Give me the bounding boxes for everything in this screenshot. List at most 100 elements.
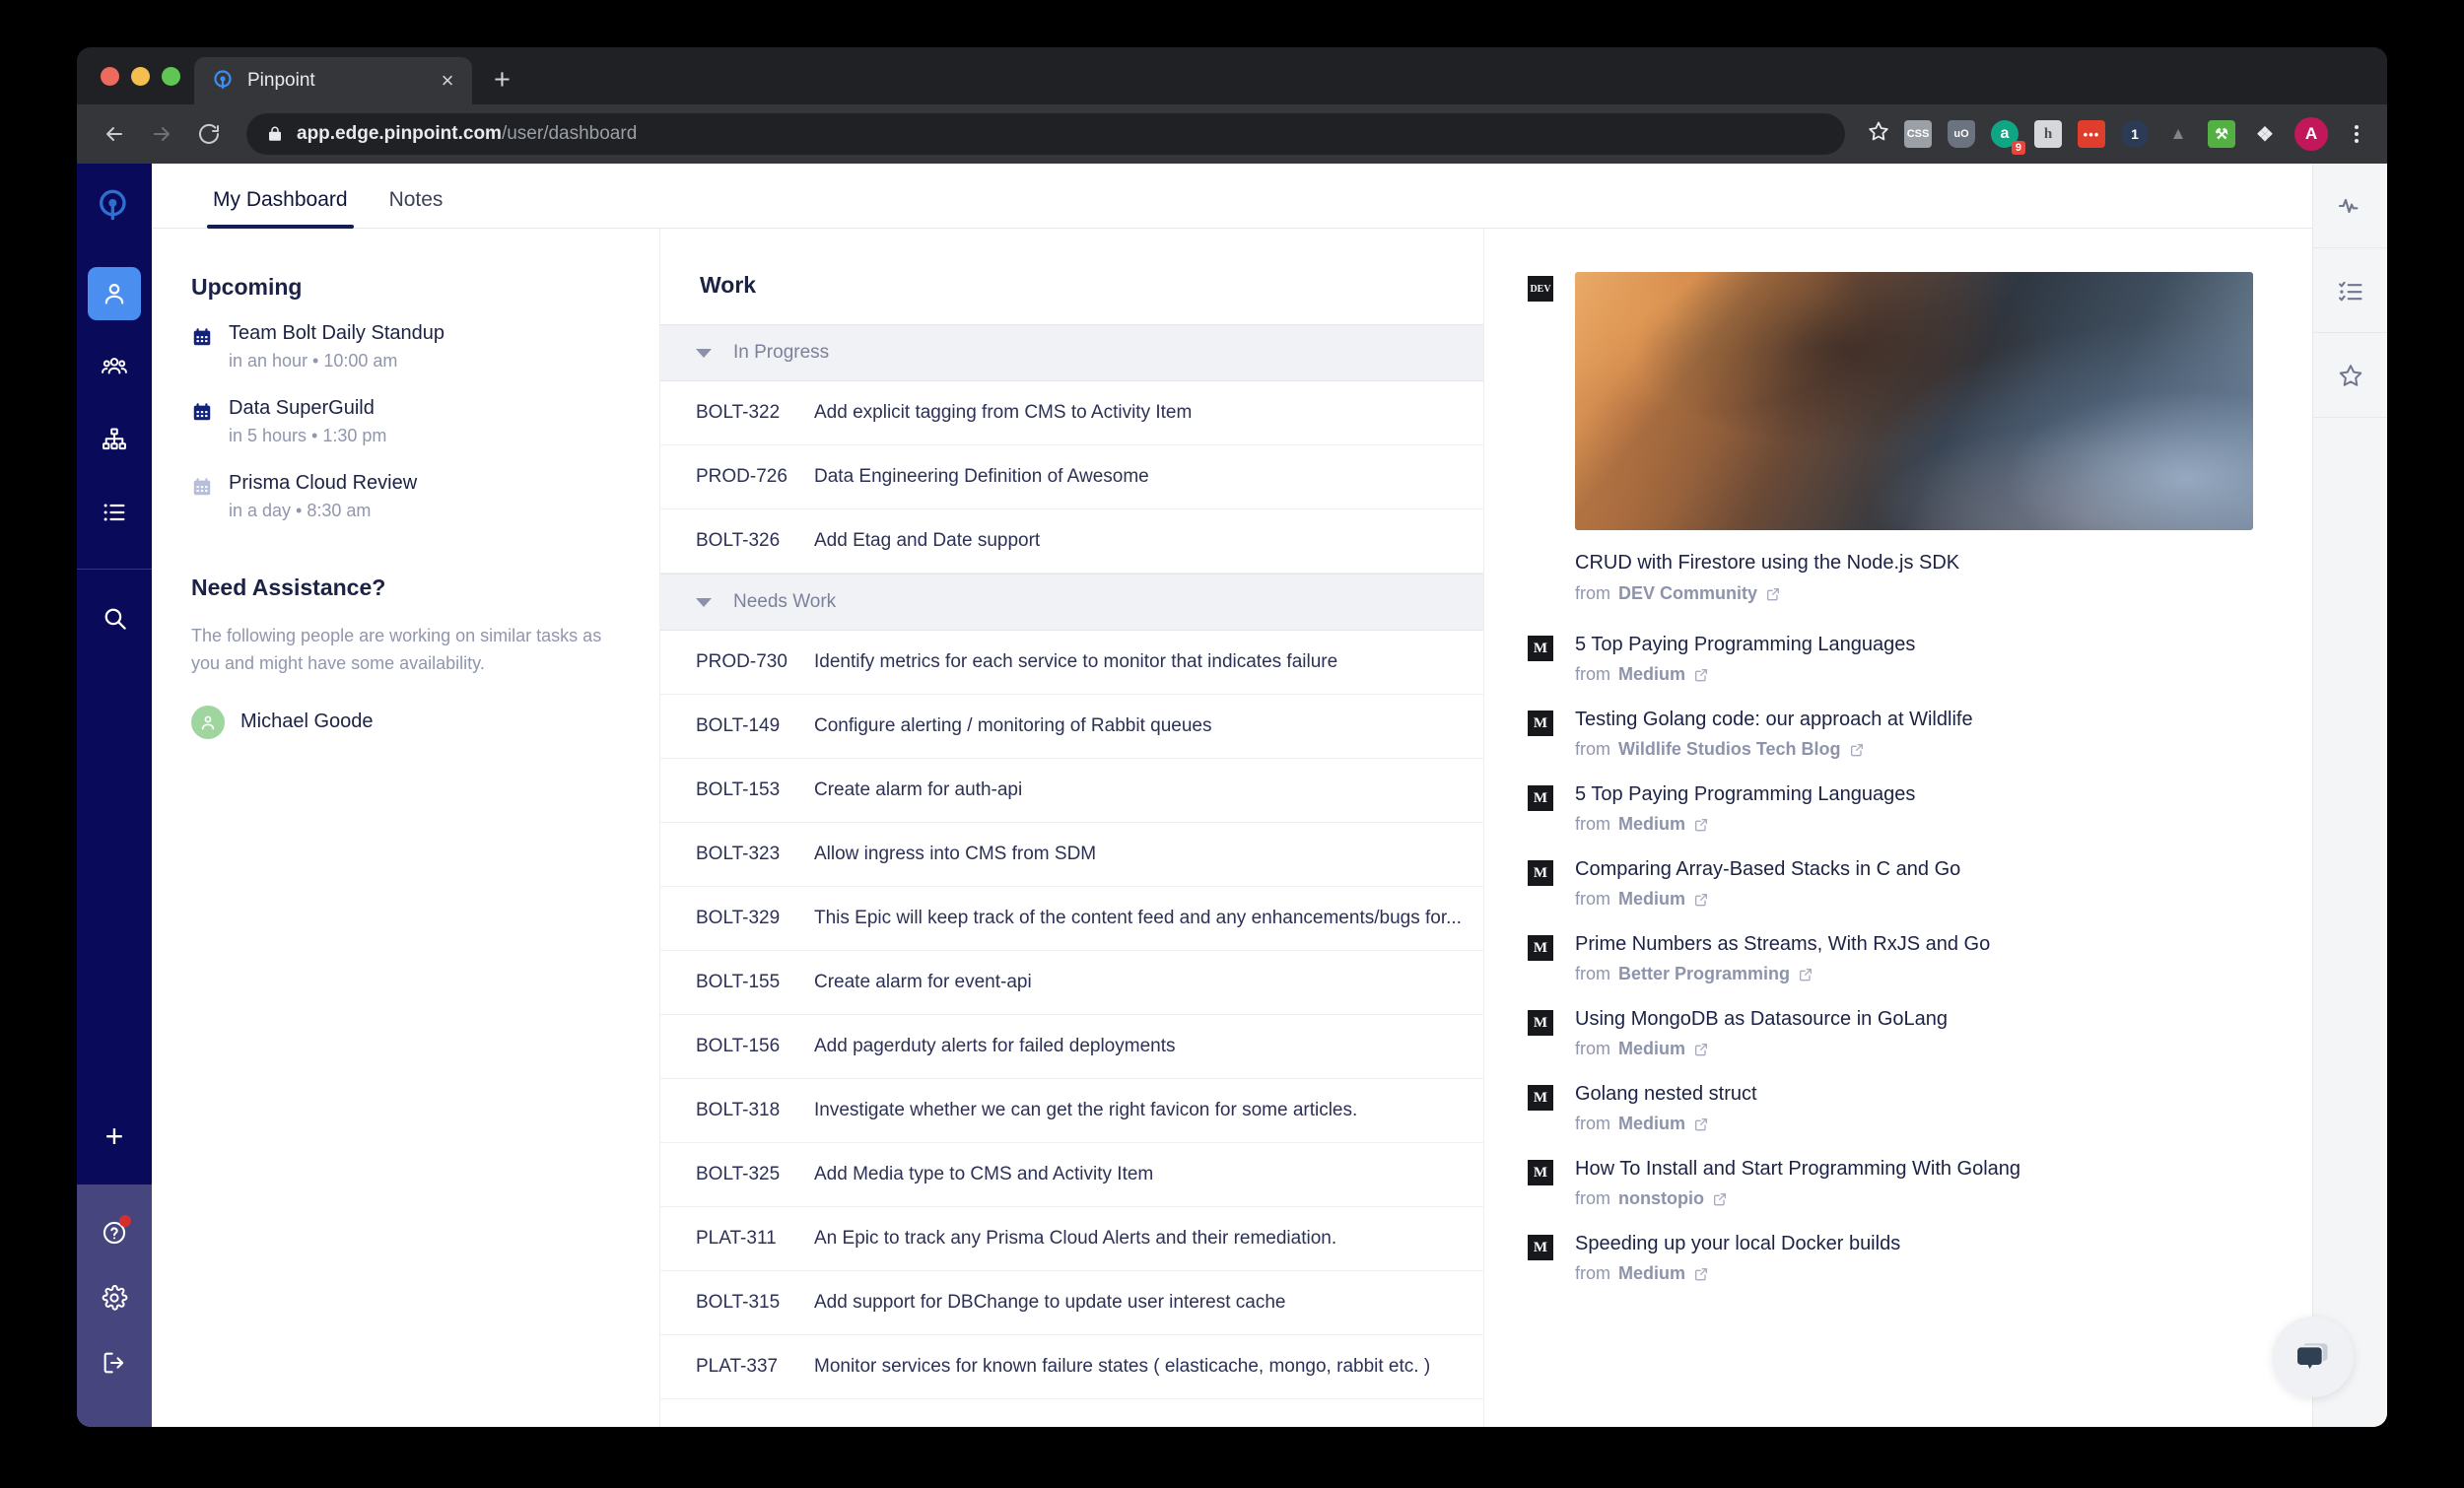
ublock-origin-extension[interactable]: uO xyxy=(1948,120,1975,148)
work-title-text: Configure alerting / monitoring of Rabbi… xyxy=(814,715,1212,736)
work-row[interactable]: BOLT-325 Add Media type to CMS and Activ… xyxy=(660,1143,1483,1207)
forward-button[interactable] xyxy=(142,114,181,154)
rail-item-activity[interactable] xyxy=(2312,164,2387,248)
sidebar-item-org-chart[interactable] xyxy=(88,413,141,466)
work-group-header-needs-work[interactable]: Needs Work xyxy=(660,574,1483,631)
work-row[interactable]: PROD-726 Data Engineering Definition of … xyxy=(660,445,1483,509)
work-row[interactable]: BOLT-315 Add support for DBChange to upd… xyxy=(660,1271,1483,1335)
work-row[interactable]: BOLT-329 This Epic will keep track of th… xyxy=(660,887,1483,951)
upcoming-event[interactable]: Team Bolt Daily Standup in an hour • 10:… xyxy=(191,322,620,372)
work-row[interactable]: BOLT-322 Add explicit tagging from CMS t… xyxy=(660,381,1483,445)
feed-item[interactable]: M How To Install and Start Programming W… xyxy=(1528,1158,2253,1209)
rail-item-favorites[interactable] xyxy=(2312,333,2387,418)
dev-community-favicon-icon: DEV xyxy=(1528,276,1553,302)
sidebar-item-settings[interactable] xyxy=(88,1271,141,1324)
work-row[interactable]: PLAT-311 An Epic to track any Prisma Clo… xyxy=(660,1207,1483,1271)
window-maximize-button[interactable] xyxy=(162,66,180,86)
source-name: Medium xyxy=(1618,664,1686,684)
work-row[interactable]: BOLT-149 Configure alerting / monitoring… xyxy=(660,695,1483,759)
medium-favicon-icon: M xyxy=(1528,710,1553,736)
external-link-icon[interactable] xyxy=(1693,1266,1709,1282)
tab-my-dashboard[interactable]: My Dashboard xyxy=(197,188,364,229)
reload-button[interactable] xyxy=(189,114,229,154)
work-row[interactable]: BOLT-318 Investigate whether we can get … xyxy=(660,1079,1483,1143)
feed-item[interactable]: M Golang nested struct from Medium xyxy=(1528,1083,2253,1134)
work-row[interactable]: BOLT-156 Add pagerduty alerts for failed… xyxy=(660,1015,1483,1079)
sidebar-item-search[interactable] xyxy=(88,591,141,644)
feed-item[interactable]: M Using MongoDB as Datasource in GoLang … xyxy=(1528,1008,2253,1059)
feed-item[interactable]: M 5 Top Paying Programming Languages fro… xyxy=(1528,634,2253,685)
external-link-icon[interactable] xyxy=(1712,1191,1728,1207)
work-title-text: Allow ingress into CMS from SDM xyxy=(814,844,1097,864)
sidebar-item-help[interactable] xyxy=(88,1206,141,1259)
calendar-icon xyxy=(191,476,213,503)
work-title-text: Create alarm for auth-api xyxy=(814,779,1023,800)
browser-menu-icon[interactable] xyxy=(2344,125,2369,143)
external-link-icon[interactable] xyxy=(1693,1042,1709,1057)
back-button[interactable] xyxy=(95,114,134,154)
work-title-text: Add explicit tagging from CMS to Activit… xyxy=(814,402,1193,423)
feed-hero-card[interactable]: DEV CRUD with Firestore using the Node.j… xyxy=(1528,272,2253,604)
feed-item-source: from Wildlife Studios Tech Blog xyxy=(1575,739,1973,760)
sidebar-item-teams[interactable] xyxy=(88,340,141,393)
browser-tab[interactable]: Pinpoint × xyxy=(194,57,472,104)
sidebar-item-backlog[interactable] xyxy=(88,486,141,539)
browser-tab-strip: Pinpoint × + xyxy=(77,47,2387,104)
upcoming-event[interactable]: Prisma Cloud Review in a day • 8:30 am xyxy=(191,472,620,521)
external-link-icon[interactable] xyxy=(1693,892,1709,908)
work-row[interactable]: BOLT-323 Allow ingress into CMS from SDM xyxy=(660,823,1483,887)
feed-item[interactable]: M Speeding up your local Docker builds f… xyxy=(1528,1233,2253,1284)
work-row[interactable]: BOLT-326 Add Etag and Date support xyxy=(660,509,1483,574)
feed-item-title: Prime Numbers as Streams, With RxJS and … xyxy=(1575,933,1991,955)
feed-item-source: from nonstopio xyxy=(1575,1188,2020,1209)
dots-extension[interactable]: ••• xyxy=(2078,120,2105,148)
address-bar-url: app.edge.pinpoint.com/user/dashboard xyxy=(297,123,638,144)
external-link-icon[interactable] xyxy=(1798,967,1814,982)
feed-item[interactable]: M Testing Golang code: our approach at W… xyxy=(1528,709,2253,760)
source-name: Medium xyxy=(1618,889,1686,909)
bookmark-star-icon[interactable] xyxy=(1867,119,1890,149)
rail-item-checklist[interactable] xyxy=(2312,248,2387,333)
mountains-extension[interactable]: ▲ xyxy=(2164,120,2192,148)
puzzle-extensions-menu-icon[interactable]: ❖ xyxy=(2251,120,2279,148)
external-link-icon[interactable] xyxy=(1693,667,1709,683)
work-title-text: Add Media type to CMS and Activity Item xyxy=(814,1164,1154,1184)
person-icon xyxy=(104,284,124,304)
browser-profile-avatar[interactable]: A xyxy=(2294,117,2328,151)
external-link-icon[interactable] xyxy=(1849,742,1865,758)
new-tab-button[interactable]: + xyxy=(494,66,511,95)
window-close-button[interactable] xyxy=(101,66,119,86)
add-button[interactable]: + xyxy=(88,1110,141,1163)
feed-item[interactable]: M Comparing Array-Based Stacks in C and … xyxy=(1528,858,2253,910)
sidebar-item-profile[interactable] xyxy=(88,267,141,320)
address-bar[interactable]: app.edge.pinpoint.com/user/dashboard xyxy=(246,113,1845,155)
upcoming-event[interactable]: Data SuperGuild in 5 hours • 1:30 pm xyxy=(191,397,620,446)
feed-item[interactable]: M Prime Numbers as Streams, With RxJS an… xyxy=(1528,933,2253,984)
window-minimize-button[interactable] xyxy=(131,66,150,86)
work-row[interactable]: PROD-730 Identify metrics for each servi… xyxy=(660,631,1483,695)
star-icon xyxy=(2339,364,2361,386)
external-link-icon[interactable] xyxy=(1765,586,1781,602)
chat-widget-button[interactable] xyxy=(2273,1317,2354,1397)
feed-item[interactable]: M 5 Top Paying Programming Languages fro… xyxy=(1528,783,2253,835)
assistance-person[interactable]: Michael Goode xyxy=(191,705,620,739)
work-group-header-in-progress[interactable]: In Progress xyxy=(660,324,1483,381)
from-label: from xyxy=(1575,1039,1610,1058)
toolbox-extension[interactable]: ⚒ xyxy=(2208,120,2235,148)
sidebar-item-logout[interactable] xyxy=(88,1336,141,1389)
event-meta: in 5 hours • 1:30 pm xyxy=(229,426,387,445)
from-label: from xyxy=(1575,739,1610,759)
work-row[interactable]: PLAT-337 Monitor services for known fail… xyxy=(660,1335,1483,1399)
work-row[interactable]: BOLT-155 Create alarm for event-api xyxy=(660,951,1483,1015)
one-password-extension[interactable]: 1 xyxy=(2121,120,2149,148)
css-viewer-extension[interactable]: CSS xyxy=(1904,120,1932,148)
tab-notes[interactable]: Notes xyxy=(374,188,459,228)
close-icon[interactable]: × xyxy=(437,70,458,92)
work-row[interactable]: BOLT-153 Create alarm for auth-api xyxy=(660,759,1483,823)
honey-extension[interactable]: h xyxy=(2034,120,2062,148)
feed-item-title: How To Install and Start Programming Wit… xyxy=(1575,1158,2021,1180)
pinpoint-logo-icon[interactable] xyxy=(95,187,134,232)
external-link-icon[interactable] xyxy=(1693,817,1709,833)
external-link-icon[interactable] xyxy=(1693,1116,1709,1132)
grammarly-extension[interactable]: a9 xyxy=(1991,120,2025,155)
